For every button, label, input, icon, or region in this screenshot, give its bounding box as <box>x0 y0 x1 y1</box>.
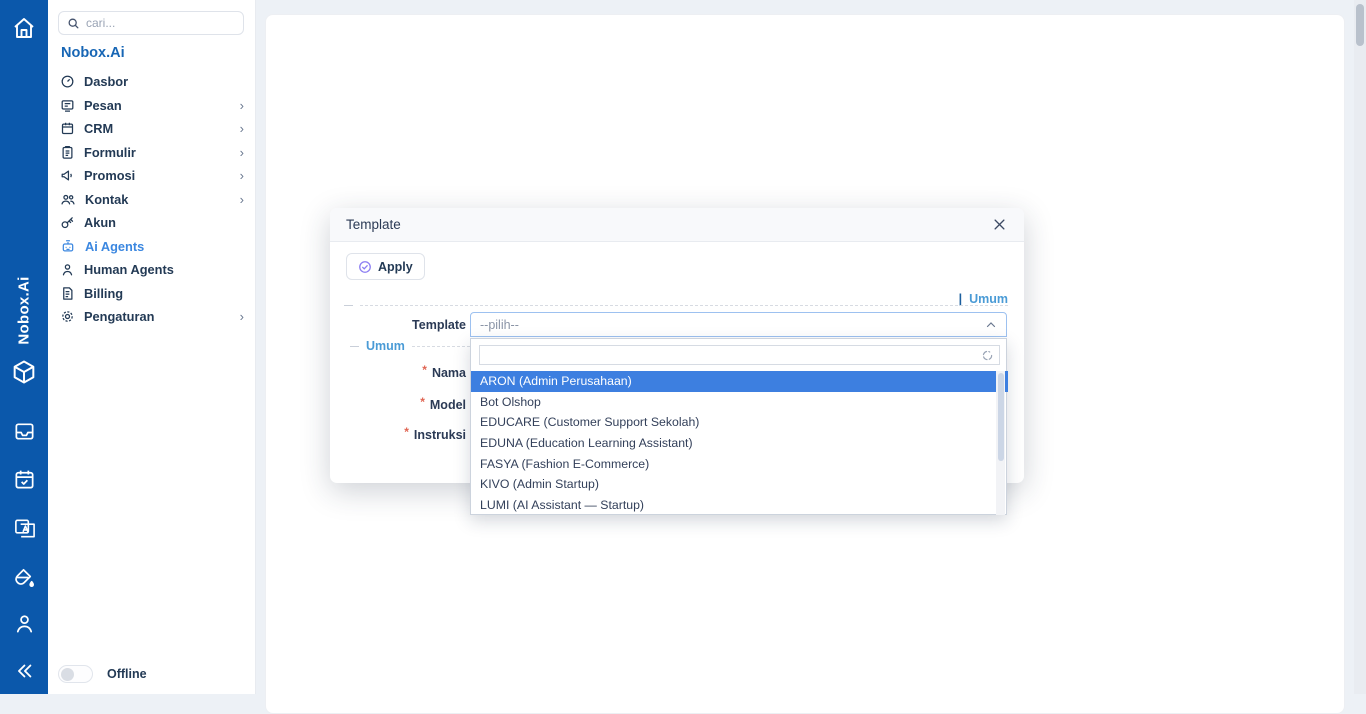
sidebar-item-crm[interactable]: CRM › <box>48 117 256 141</box>
template-select-dropdown: ARON (Admin Perusahaan) Bot Olshop EDUCA… <box>470 338 1007 515</box>
modal-header: Template <box>330 208 1024 242</box>
modal-template-label: Template <box>350 312 466 337</box>
dropdown-option-aron[interactable]: ARON (Admin Perusahaan) <box>471 371 1008 392</box>
dropdown-option-educare[interactable]: EDUCARE (Customer Support Sekolah) <box>471 412 1008 433</box>
inbox-icon[interactable] <box>0 420 48 443</box>
offline-label: Offline <box>107 667 147 681</box>
chevron-right-icon: › <box>240 309 244 324</box>
modal-title: Template <box>346 217 992 232</box>
modal-instruksi-label: Instruksi <box>350 422 466 447</box>
dropdown-option-fasya[interactable]: FASYA (Fashion E-Commerce) <box>471 453 1008 474</box>
sidebar-item-human-agents[interactable]: Human Agents <box>48 258 256 282</box>
clipboard-icon <box>60 145 75 160</box>
sidebar-item-formulir[interactable]: Formulir › <box>48 141 256 165</box>
offline-toggle-row: Offline <box>58 665 147 683</box>
dropdown-option-eduna[interactable]: EDUNA (Education Learning Assistant) <box>471 433 1008 454</box>
modal-model-label: Model <box>350 392 466 417</box>
paint-drop-icon[interactable] <box>0 566 48 589</box>
modal-umum-legend: Umum <box>350 339 470 353</box>
invoice-icon <box>60 286 75 301</box>
apply-button[interactable]: Apply <box>346 253 425 280</box>
rail-brand-vertical: Nobox.Ai <box>0 255 48 365</box>
robot-icon <box>60 239 76 254</box>
dropdown-search-input[interactable] <box>486 348 982 362</box>
sidebar-brand: Nobox.Ai <box>61 45 125 61</box>
profile-icon[interactable] <box>0 612 48 635</box>
calendar-check-icon[interactable] <box>0 468 48 491</box>
pages-translate-icon[interactable] <box>0 517 48 540</box>
sidebar-item-akun[interactable]: Akun <box>48 211 256 235</box>
search-icon <box>67 17 80 30</box>
dropdown-option-kivo[interactable]: KIVO (Admin Startup) <box>471 474 1008 495</box>
chevron-right-icon: › <box>240 121 244 136</box>
page-scrollbar[interactable] <box>1354 0 1366 694</box>
people-icon <box>60 192 76 207</box>
message-icon <box>60 98 75 113</box>
megaphone-icon <box>60 168 75 183</box>
chevron-right-icon: › <box>240 168 244 183</box>
home-icon[interactable] <box>0 16 48 40</box>
sidebar-search[interactable] <box>58 11 244 35</box>
dashboard-icon <box>60 74 75 89</box>
key-icon <box>60 215 75 230</box>
sidebar-item-promosi[interactable]: Promosi › <box>48 164 256 188</box>
modal-close-icon[interactable] <box>992 217 1008 233</box>
modal-template-select[interactable]: --pilih-- <box>470 312 1007 337</box>
dropdown-option-list: ARON (Admin Perusahaan) Bot Olshop EDUCA… <box>471 371 1008 516</box>
sidebar-item-pesan[interactable]: Pesan › <box>48 94 256 118</box>
check-circle-icon <box>358 260 372 274</box>
person-icon <box>60 262 75 277</box>
chevron-up-icon <box>985 319 997 331</box>
dropdown-option-lumi[interactable]: LUMI (AI Assistant — Startup) <box>471 495 1008 516</box>
collapse-sidebar-icon[interactable] <box>0 660 48 682</box>
sidebar-item-pengaturan[interactable]: Pengaturan › <box>48 305 256 329</box>
sidebar-item-ai-agents[interactable]: Ai Agents <box>48 235 256 259</box>
dropdown-search[interactable] <box>479 345 1000 365</box>
spinner-icon <box>982 350 993 361</box>
dropdown-scrollbar[interactable] <box>996 371 1005 515</box>
sidebar-item-dasbor[interactable]: Dasbor <box>48 70 256 94</box>
modal-nama-label: Nama <box>350 360 466 385</box>
chevron-right-icon: › <box>240 192 244 207</box>
app-rail: Nobox.Ai <box>0 0 48 694</box>
chevron-right-icon: › <box>240 98 244 113</box>
dropdown-option-bot-olshop[interactable]: Bot Olshop <box>471 392 1008 413</box>
modal-anchor-umum[interactable]: Umum <box>959 292 1008 306</box>
sidebar-item-kontak[interactable]: Kontak › <box>48 188 256 212</box>
sidebar: Nobox.Ai Dasbor Pesan › CRM › Formulir ›… <box>48 0 256 694</box>
gear-icon <box>60 309 75 324</box>
sidebar-item-billing[interactable]: Billing <box>48 282 256 306</box>
offline-toggle[interactable] <box>58 665 93 683</box>
crm-icon <box>60 121 75 136</box>
sidebar-menu: Dasbor Pesan › CRM › Formulir › Promosi … <box>48 70 256 329</box>
search-input[interactable] <box>86 16 235 30</box>
nobox-cube-icon[interactable] <box>0 358 48 386</box>
chevron-right-icon: › <box>240 145 244 160</box>
modal-divider <box>344 305 1008 306</box>
